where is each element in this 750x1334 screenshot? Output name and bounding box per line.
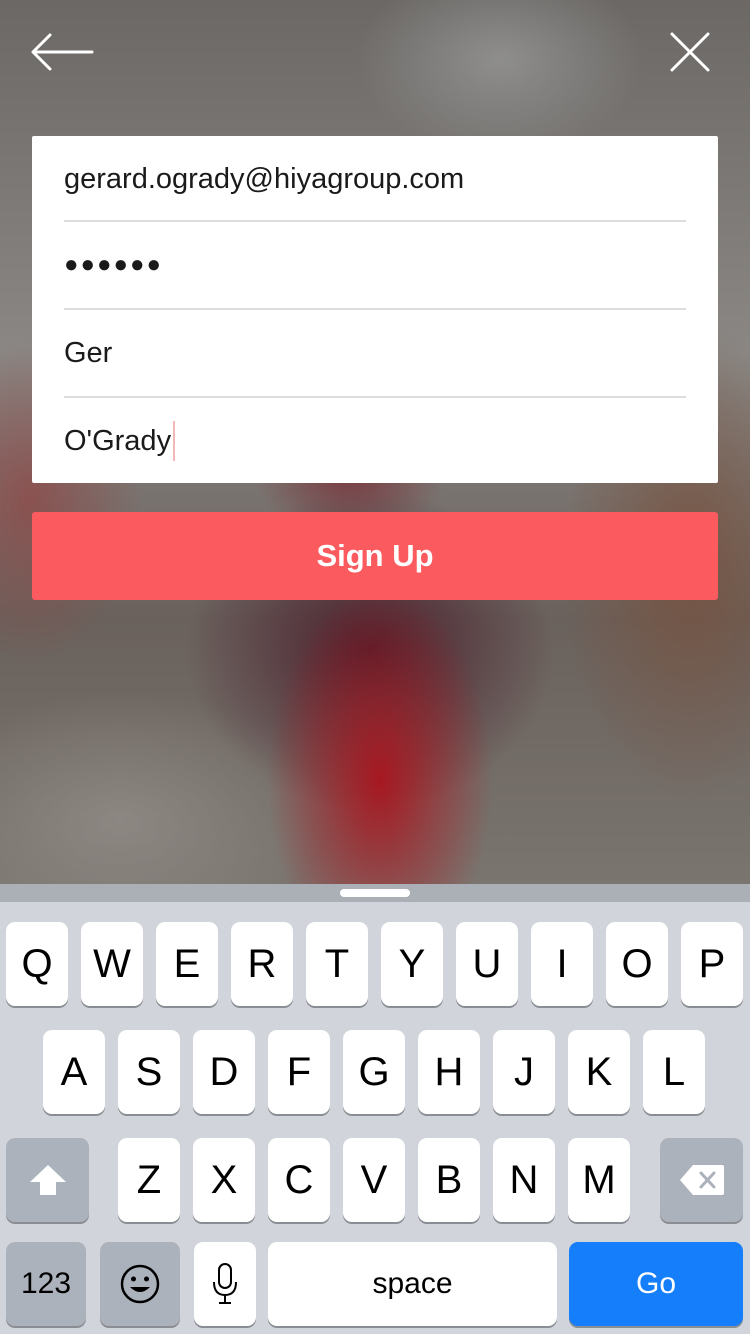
email-field[interactable]: gerard.ogrady@hiyagroup.com <box>64 138 686 220</box>
shift-key[interactable] <box>6 1138 89 1222</box>
emoji-icon <box>120 1264 160 1304</box>
microphone-icon <box>213 1263 237 1304</box>
key-z[interactable]: Z <box>118 1138 180 1222</box>
key-w[interactable]: W <box>81 922 143 1006</box>
key-p[interactable]: P <box>681 922 743 1006</box>
last-name-value: O'Grady <box>64 424 172 457</box>
keyboard-drag-handle[interactable] <box>340 889 410 897</box>
close-button[interactable] <box>658 22 722 82</box>
key-v[interactable]: V <box>343 1138 405 1222</box>
signup-form: gerard.ogrady@hiyagroup.com ●●●●●● Ger O… <box>32 136 718 483</box>
key-e[interactable]: E <box>156 922 218 1006</box>
sign-up-button[interactable]: Sign Up <box>32 512 718 600</box>
key-y[interactable]: Y <box>381 922 443 1006</box>
keyboard: Q W E R T Y U I O P A S D F G H J K L Z … <box>0 884 750 1334</box>
key-r[interactable]: R <box>231 922 293 1006</box>
key-t[interactable]: T <box>306 922 368 1006</box>
key-i[interactable]: I <box>531 922 593 1006</box>
space-key[interactable]: space <box>268 1242 557 1326</box>
back-button[interactable] <box>30 22 94 82</box>
password-field[interactable]: ●●●●●● <box>64 222 686 308</box>
key-c[interactable]: C <box>268 1138 330 1222</box>
arrow-left-icon <box>31 33 94 71</box>
key-h[interactable]: H <box>418 1030 480 1114</box>
key-n[interactable]: N <box>493 1138 555 1222</box>
key-a[interactable]: A <box>43 1030 105 1114</box>
emoji-key[interactable] <box>100 1242 180 1326</box>
key-d[interactable]: D <box>193 1030 255 1114</box>
key-o[interactable]: O <box>606 922 668 1006</box>
key-b[interactable]: B <box>418 1138 480 1222</box>
text-cursor <box>173 421 176 461</box>
numbers-key[interactable]: 123 <box>6 1242 86 1326</box>
key-u[interactable]: U <box>456 922 518 1006</box>
key-k[interactable]: K <box>568 1030 630 1114</box>
first-name-field[interactable]: Ger <box>64 310 686 396</box>
key-x[interactable]: X <box>193 1138 255 1222</box>
key-j[interactable]: J <box>493 1030 555 1114</box>
close-x-icon <box>670 32 710 72</box>
key-s[interactable]: S <box>118 1030 180 1114</box>
shift-arrow-icon <box>29 1165 66 1195</box>
key-g[interactable]: G <box>343 1030 405 1114</box>
backspace-icon <box>679 1165 724 1195</box>
dictation-key[interactable] <box>194 1242 256 1326</box>
key-q[interactable]: Q <box>6 922 68 1006</box>
email-value: gerard.ogrady@hiyagroup.com <box>64 162 465 195</box>
key-m[interactable]: M <box>568 1138 630 1222</box>
delete-key[interactable] <box>660 1138 743 1222</box>
key-l[interactable]: L <box>643 1030 705 1114</box>
go-key[interactable]: Go <box>569 1242 743 1326</box>
last-name-field[interactable]: O'Grady <box>64 398 686 484</box>
key-f[interactable]: F <box>268 1030 330 1114</box>
password-value: ●●●●●● <box>64 251 163 278</box>
first-name-value: Ger <box>64 336 113 369</box>
